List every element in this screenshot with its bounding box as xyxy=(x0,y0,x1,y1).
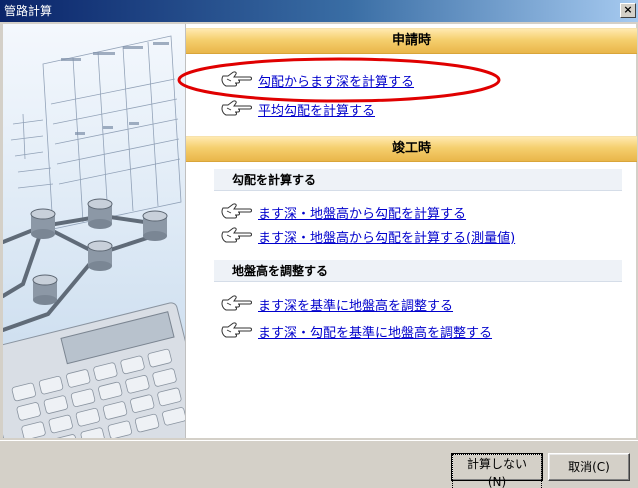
pointing-hand-icon xyxy=(221,322,252,338)
cancel-button[interactable]: 取消(C) xyxy=(548,453,630,481)
link-row-depth-ground-slope-survey[interactable]: ます深・地盤高から勾配を計算する(測量値) xyxy=(220,226,515,246)
pointing-hand-icon xyxy=(221,203,252,219)
pointing-hand-icon xyxy=(221,227,252,243)
link-adjust-by-depth[interactable]: ます深を基準に地盤高を調整する xyxy=(258,295,453,314)
link-slope-to-depth[interactable]: 勾配からます深を計算する xyxy=(258,71,414,90)
pointing-hand-icon xyxy=(221,71,252,87)
link-depth-ground-slope[interactable]: ます深・地盤高から勾配を計算する xyxy=(258,203,466,222)
menu-content: 申請時 勾配からます深を計算する 平均勾配を計算する 竣工時 勾配を計算する ま… xyxy=(185,24,637,438)
no-compute-button[interactable]: 計算しない(N) xyxy=(451,453,543,488)
subheader-adjust-ground: 地盤高を調整する xyxy=(214,260,622,282)
application-section-header: 申請時 xyxy=(186,28,637,54)
link-row-depth-ground-slope[interactable]: ます深・地盤高から勾配を計算する xyxy=(220,202,466,222)
no-compute-button-label: 計算しない(N) xyxy=(452,454,542,488)
pipe-calculation-dialog: 管路計算 × 申請時 勾配からます深を計算する 平均勾配を計算する 竣工時 勾配… xyxy=(0,0,638,488)
link-depth-ground-slope-survey[interactable]: ます深・地盤高から勾配を計算する(測量値) xyxy=(258,227,515,246)
button-bar: 計算しない(N) 取消(C) xyxy=(0,440,638,488)
close-icon[interactable]: × xyxy=(620,3,636,18)
link-adjust-by-depth-slope[interactable]: ます深・勾配を基準に地盤高を調整する xyxy=(258,322,492,341)
link-row-adjust-by-depth[interactable]: ます深を基準に地盤高を調整する xyxy=(220,294,453,314)
link-average-slope[interactable]: 平均勾配を計算する xyxy=(258,100,375,119)
pointing-hand-icon xyxy=(221,295,252,311)
completion-section-header: 竣工時 xyxy=(186,136,637,162)
link-row-slope-to-depth[interactable]: 勾配からます深を計算する xyxy=(220,70,414,90)
subheader-compute-slope: 勾配を計算する xyxy=(214,169,622,191)
illustration-panel xyxy=(3,24,185,438)
pipe-calculator-illustration xyxy=(3,35,185,438)
pointing-hand-icon xyxy=(221,100,252,116)
window-title: 管路計算 xyxy=(4,4,53,18)
link-row-average-slope[interactable]: 平均勾配を計算する xyxy=(220,99,375,119)
title-bar[interactable]: 管路計算 × xyxy=(0,0,638,22)
link-row-adjust-by-depth-slope[interactable]: ます深・勾配を基準に地盤高を調整する xyxy=(220,321,492,341)
